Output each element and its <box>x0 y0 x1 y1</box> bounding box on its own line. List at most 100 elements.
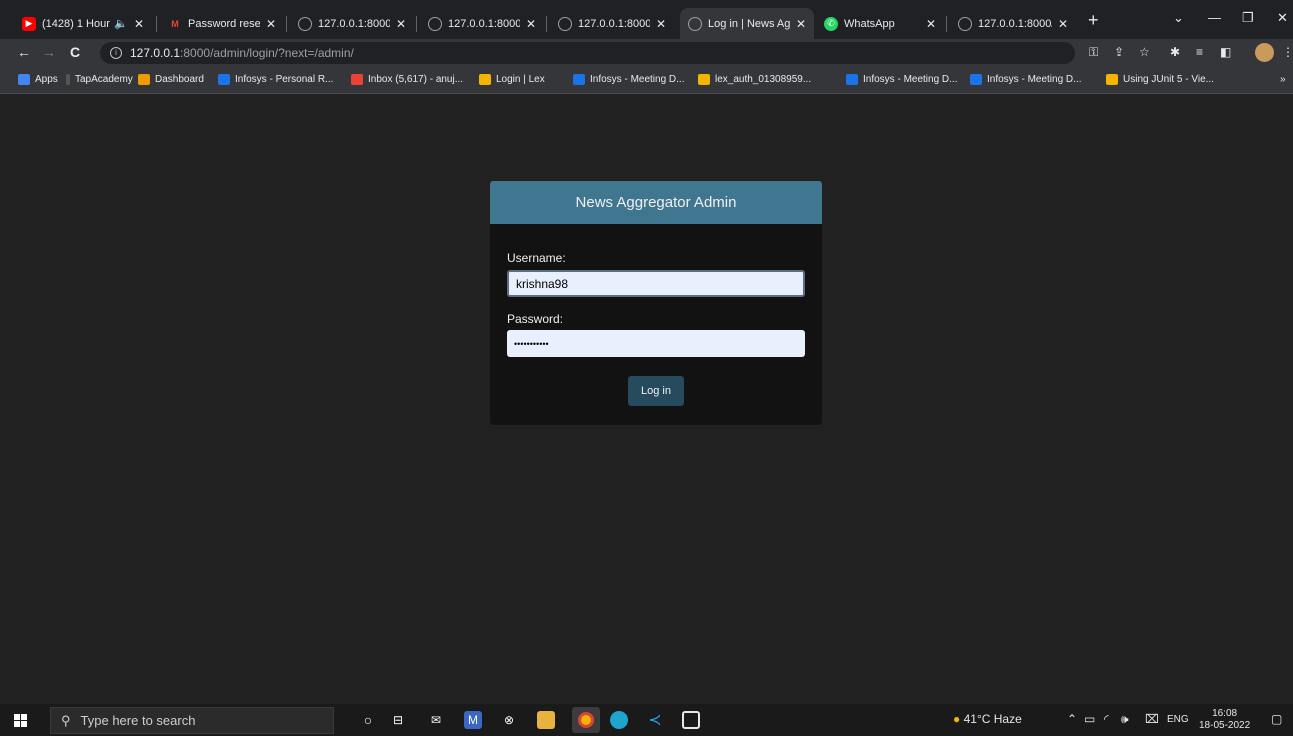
tab-separator <box>946 16 947 32</box>
taskbar-search-input[interactable]: ⚲ Type here to search <box>50 707 334 734</box>
star-icon[interactable]: ☆ <box>1139 45 1150 59</box>
browser-tab[interactable]: 127.0.0.1:8000/pa ✕ <box>420 8 544 39</box>
chevron-down-icon[interactable]: ⌄ <box>1173 10 1184 26</box>
new-tab-button[interactable]: + <box>1088 10 1099 31</box>
lex-icon <box>479 74 491 85</box>
mail-icon[interactable]: ✉ <box>427 711 445 729</box>
bookmark-item[interactable]: lex_auth_01308959... <box>698 74 811 85</box>
browser-tab[interactable]: M Password reset or ✕ <box>160 8 284 39</box>
vscode-icon[interactable]: ≺ <box>646 711 664 729</box>
close-icon[interactable]: ✕ <box>1058 17 1068 31</box>
close-icon[interactable]: ✕ <box>656 17 666 31</box>
bookmark-item[interactable]: Infosys - Meeting D... <box>970 74 1081 85</box>
bookmark-item[interactable]: Infosys - Meeting D... <box>846 74 957 85</box>
cortana-icon[interactable]: ○ <box>359 711 377 729</box>
photos-icon[interactable] <box>682 711 700 729</box>
forward-icon[interactable]: → <box>42 44 56 60</box>
windows-start-icon[interactable] <box>14 714 27 727</box>
tab-separator <box>156 16 157 32</box>
address-bar[interactable]: i 127.0.0.1:8000/admin/login/?next=/admi… <box>100 42 1075 64</box>
clock-date: 18-05-2022 <box>1199 720 1251 731</box>
file-explorer-icon[interactable] <box>537 711 555 729</box>
restore-button[interactable]: ❐ <box>1242 10 1254 26</box>
bookmark-item[interactable]: Inbox (5,617) - anuj... <box>351 74 463 85</box>
close-icon[interactable]: ✕ <box>526 17 536 31</box>
close-window-button[interactable]: ✕ <box>1277 10 1288 26</box>
whatsapp-icon: ✆ <box>824 16 838 31</box>
chevron-up-icon[interactable]: ⌃ <box>1067 712 1077 726</box>
app-icon[interactable]: M <box>464 711 482 729</box>
minimize-button[interactable]: — <box>1208 10 1221 25</box>
browser-tab[interactable]: 127.0.0.1:8000/pa ✕ <box>290 8 414 39</box>
xbox-icon[interactable]: ⊗ <box>500 711 518 729</box>
bookmark-label: Apps <box>35 74 58 85</box>
speaker-icon[interactable]: 🔈 <box>114 17 128 30</box>
share-icon[interactable]: ⇪ <box>1114 45 1124 59</box>
bookmark-label: Inbox (5,617) - anuj... <box>368 74 464 85</box>
close-icon[interactable]: ✕ <box>926 17 936 31</box>
menu-icon[interactable]: ⋮ <box>1282 45 1293 59</box>
browser-tab-active[interactable]: Log in | News Ag ✕ <box>680 8 814 39</box>
info-icon[interactable]: i <box>110 47 122 59</box>
tapacademy-icon <box>66 74 70 85</box>
chrome-icon[interactable] <box>572 707 600 733</box>
bookmark-item[interactable]: Using JUnit 5 - Vie... <box>1106 74 1214 85</box>
task-view-icon[interactable]: ⊟ <box>389 711 407 729</box>
bookmark-item[interactable]: Infosys - Personal R... <box>218 74 333 85</box>
login-button[interactable]: Log in <box>628 376 684 406</box>
key-icon[interactable]: ⚿ <box>1089 45 1098 60</box>
browser-tab[interactable]: 127.0.0.1:8000/pa ✕ <box>550 8 674 39</box>
close-icon[interactable]: ✕ <box>396 17 406 31</box>
youtube-icon: ▶ <box>22 16 36 31</box>
gmail-icon: M <box>171 18 179 29</box>
notifications-icon[interactable]: ▢ <box>1271 712 1282 726</box>
bookmark-label: Infosys - Meeting D... <box>590 74 685 85</box>
bookmark-apps[interactable]: Apps <box>18 74 58 85</box>
browser-tab[interactable]: ▶ (1428) 1 Hour 🔈 ✕ <box>14 8 152 39</box>
pen-icon[interactable]: ⌧ <box>1145 712 1159 726</box>
bookmark-label: lex_auth_01308959... <box>715 74 812 85</box>
bookmark-item[interactable]: TapAcademy <box>66 74 133 85</box>
browser-tab[interactable]: 127.0.0.1:8000/lo ✕ <box>950 8 1076 39</box>
browser-tab[interactable]: ✆ WhatsApp ✕ <box>816 8 944 39</box>
lex-icon <box>698 74 710 85</box>
more-bookmarks-icon[interactable]: » <box>1280 74 1286 85</box>
password-input[interactable]: ••••••••••• <box>507 330 805 357</box>
side-panel-icon[interactable]: ◧ <box>1220 45 1231 59</box>
bookmark-item[interactable]: Infosys - Meeting D... <box>573 74 684 85</box>
globe-icon <box>688 16 702 31</box>
bookmark-label: Login | Lex <box>496 74 545 85</box>
username-label: Username: <box>507 251 566 265</box>
edge-icon[interactable] <box>610 711 628 729</box>
close-icon[interactable]: ✕ <box>134 17 144 31</box>
bookmark-label: Infosys - Meeting D... <box>863 74 958 85</box>
avatar[interactable] <box>1255 43 1274 62</box>
bookmark-item[interactable]: Login | Lex <box>479 74 545 85</box>
weather-widget[interactable]: ● 41°C Haze <box>953 712 1022 726</box>
reload-icon[interactable]: C <box>70 44 80 60</box>
battery-icon[interactable]: ▭ <box>1084 712 1095 726</box>
browser-tab-strip: ▶ (1428) 1 Hour 🔈 ✕ M Password reset or … <box>0 0 1293 39</box>
infosys-icon <box>573 74 585 85</box>
apps-grid-icon <box>18 74 30 85</box>
close-icon[interactable]: ✕ <box>796 17 806 31</box>
tab-title: 127.0.0.1:8000/pa <box>448 17 520 30</box>
close-icon[interactable]: ✕ <box>266 17 276 31</box>
clock-time: 16:08 <box>1212 708 1238 719</box>
bookmark-label: Infosys - Meeting D... <box>987 74 1082 85</box>
browser-toolbar: ← → C i 127.0.0.1:8000/admin/login/?next… <box>0 39 1293 67</box>
tab-title: 127.0.0.1:8000/lo <box>978 17 1052 30</box>
reading-list-icon[interactable]: ≡ <box>1196 45 1203 59</box>
back-icon[interactable]: ← <box>17 44 31 60</box>
bookmark-item[interactable]: Dashboard <box>138 74 204 85</box>
tab-title: Password reset or <box>188 17 260 30</box>
extensions-icon[interactable]: ✱ <box>1170 45 1180 59</box>
tab-title: Log in | News Ag <box>708 17 790 30</box>
volume-icon[interactable]: 🕪 <box>1121 712 1129 727</box>
url-host: 127.0.0.1 <box>130 46 181 60</box>
clock[interactable]: 16:08 18-05-2022 <box>1199 708 1250 732</box>
wifi-icon[interactable]: ◜ <box>1104 712 1109 726</box>
windows-taskbar: ⚲ Type here to search ○ ⊟ ✉ M ⊗ ≺ ● 41°C… <box>0 704 1293 736</box>
username-input[interactable]: krishna98 <box>507 270 805 297</box>
language-indicator[interactable]: ENG <box>1167 714 1189 725</box>
